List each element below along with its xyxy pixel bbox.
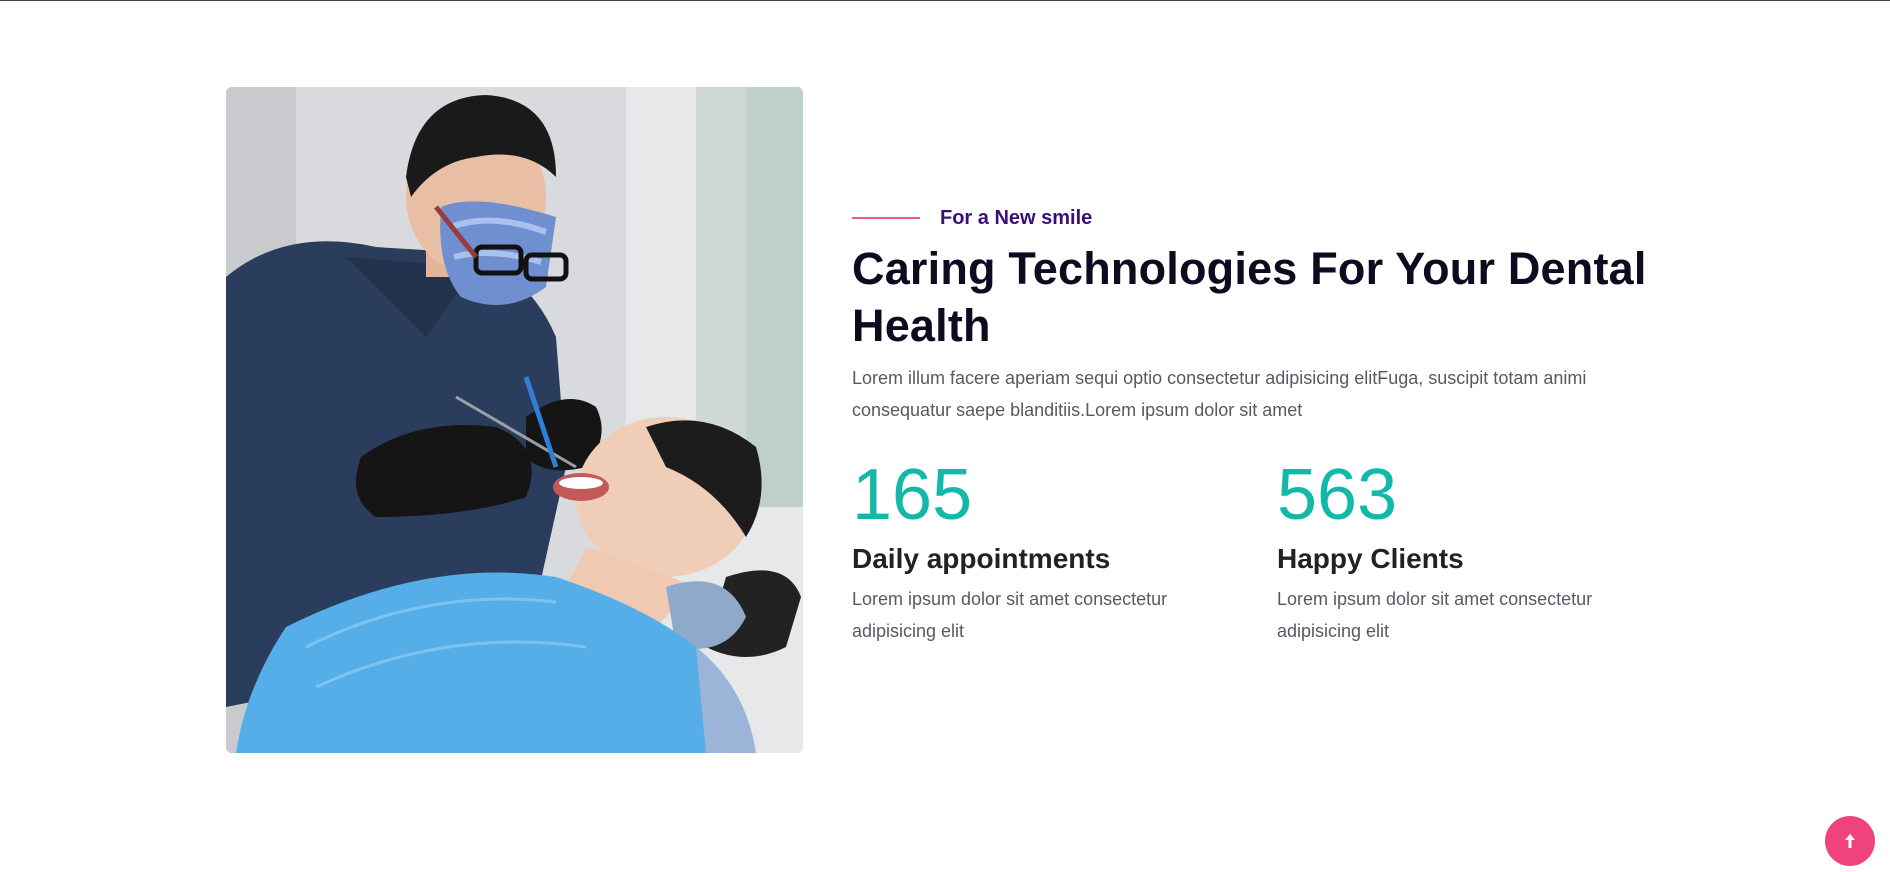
stat-description: Lorem ipsum dolor sit amet consectetur a… [1277,589,1593,641]
eyebrow: For a New smile [852,200,1672,236]
about-section: For a New smile Caring Technologies For … [0,0,1890,872]
stat-happy-clients: 563 Happy Clients Lorem ipsum dolor sit … [1277,455,1637,647]
about-content: For a New smile Caring Technologies For … [852,200,1672,641]
scroll-to-top-button[interactable] [1825,816,1875,866]
dentist-photo [226,87,803,753]
stat-description: Lorem ipsum dolor sit amet consectetur a… [852,589,1168,641]
arrow-up-icon [1845,834,1855,848]
eyebrow-accent-line [852,217,920,219]
eyebrow-text: For a New smile [940,206,1093,229]
stat-daily-appointments: 165 Daily appointments Lorem ipsum dolor… [852,455,1212,647]
stat-number: 563 [1277,455,1398,535]
section-description: Lorem illum facere aperiam sequi optio c… [852,368,1587,420]
stat-label: Daily appointments [852,543,1111,574]
section-title: Caring Technologies For Your Dental Heal… [852,243,1647,351]
stat-label: Happy Clients [1277,543,1464,574]
stat-number: 165 [852,455,973,535]
